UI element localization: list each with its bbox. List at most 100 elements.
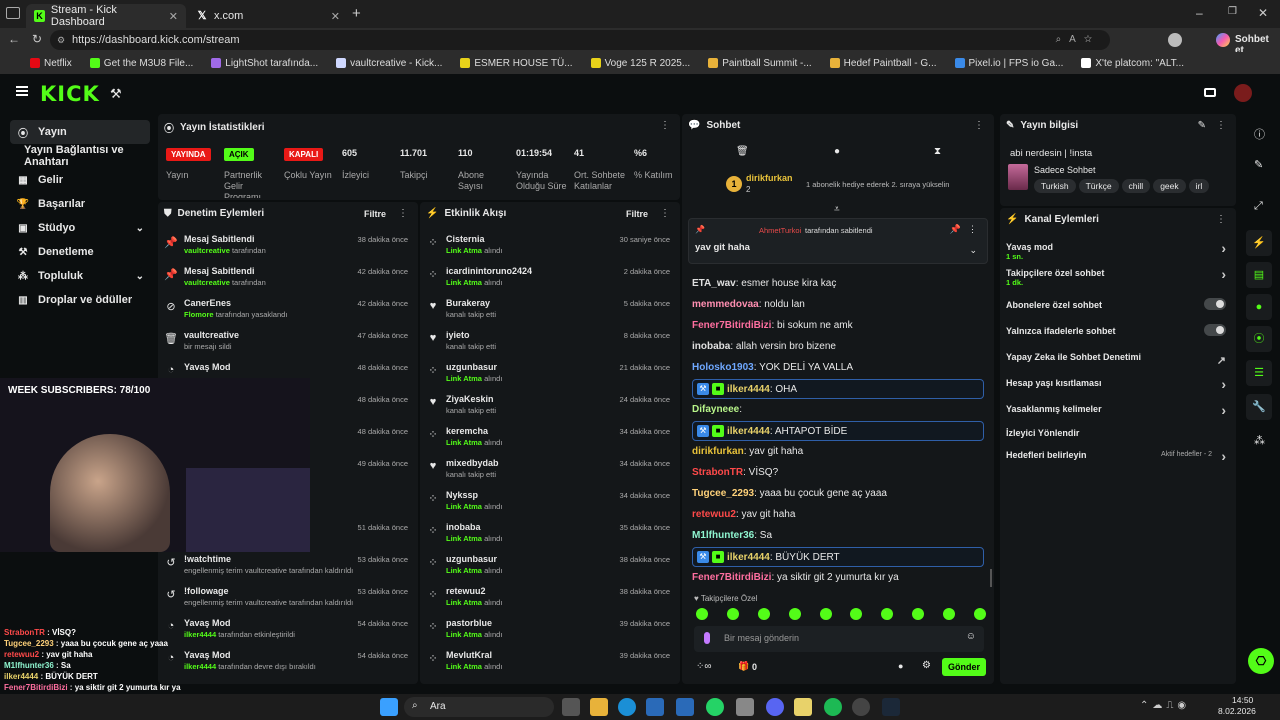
site-info-icon[interactable]: ⚙ <box>57 30 65 50</box>
user-avatar[interactable] <box>1234 84 1252 102</box>
sidebar-item[interactable]: ⦿ Yayın <box>10 120 150 144</box>
chevron-right-icon[interactable]: › <box>1221 266 1226 282</box>
quick-action-lightning-icon[interactable]: ⚡ <box>1246 230 1272 256</box>
chat-username[interactable]: Fener7BitirdiBizi <box>692 320 771 331</box>
bookmark-item[interactable]: Netflix <box>30 58 72 69</box>
activity-row[interactable]: ⁘ uzgunbasur Link Atma alındı 38 dakika önc… <box>426 552 674 582</box>
fullscreen-icon[interactable]: ⤢ <box>1254 200 1263 213</box>
chat-username[interactable]: Difayneee <box>692 404 739 415</box>
activity-row[interactable]: ⁘ icardinintoruno2424 Link Atma alındı 2 da… <box>426 264 674 294</box>
bookmark-item[interactable]: Pixel.io | FPS io Ga... <box>954 58 1063 69</box>
activity-row[interactable]: ♥ iyieto kanalı takip etti 8 dakika önce <box>426 328 674 358</box>
maximize-window-icon[interactable]: ❐ <box>1228 6 1237 17</box>
activity-row[interactable]: ⁘ uzgunbasur Link Atma alındı 21 dakika önc… <box>426 360 674 390</box>
obs-icon[interactable] <box>852 698 870 716</box>
toggle-switch[interactable] <box>1204 324 1226 336</box>
chat-message[interactable]: ⚒ ■ ilker4444: BÜYÜK DERT <box>692 547 984 567</box>
chat-message[interactable]: inobaba: allah versin bro bizene <box>692 337 984 357</box>
quick-action-wrench-icon[interactable]: 🔧 <box>1246 394 1272 420</box>
channel-action-item[interactable]: Yasaklanmış kelimeler › <box>1006 402 1226 426</box>
chat-username[interactable]: Tugcee_2293 <box>692 488 754 499</box>
more-options-icon[interactable]: ⋮ <box>1216 120 1226 131</box>
channel-action-item[interactable]: Hedefleri belirleyin › Aktif hedefler - 2 <box>1006 448 1226 472</box>
activity-row[interactable]: ⁘ MevlutKral Link Atma alındı 39 dakika önc… <box>426 648 674 678</box>
edge-icon[interactable] <box>618 698 636 716</box>
emote-icon[interactable] <box>912 608 925 620</box>
spotify-icon[interactable] <box>824 698 842 716</box>
moderation-row[interactable]: 📌 Mesaj Sabitlendi vaultcreative tarafında… <box>164 264 412 294</box>
app-icon[interactable] <box>794 698 812 716</box>
channel-action-item[interactable]: Yalnızca ifadelerle sohbet <box>1006 324 1226 348</box>
chat-message[interactable]: Fener7BitirdiBizi: bi sokum ne amk <box>692 316 984 336</box>
activity-row[interactable]: ♥ ZiyaKeskin kanalı takip etti 24 dakika ön… <box>426 392 674 422</box>
sidebar-item[interactable]: ▣ Stüdyo ⌄ <box>10 216 150 240</box>
chat-message[interactable]: Tugcee_2293: yaaa bu çocuk gene aç yaaa <box>692 484 984 504</box>
channel-action-item[interactable]: Yavaş mod 1 sn. › <box>1006 240 1226 264</box>
sidebar-item[interactable]: ⚒ Denetleme <box>10 240 150 264</box>
chevron-down-icon[interactable]: ⌄ <box>969 245 977 256</box>
chat-username[interactable]: ilker4444 <box>727 384 770 395</box>
copilot-icon[interactable] <box>1216 33 1230 47</box>
chat-message[interactable]: retewuu2: yav git haha <box>692 505 984 525</box>
chat-username[interactable]: M1lfhunter36 <box>692 530 754 541</box>
steam-icon[interactable] <box>882 698 900 716</box>
channel-action-item[interactable]: Abonelere özel sohbet <box>1006 298 1226 322</box>
clock-time[interactable]: 14:50 <box>1232 695 1253 705</box>
external-link-icon[interactable]: ↗ <box>1217 354 1226 367</box>
quick-action-chat-icon[interactable]: ● <box>1246 294 1272 320</box>
gift-user[interactable]: dirikfurkan <box>746 173 793 183</box>
chat-scrollbar[interactable] <box>990 569 992 587</box>
chatters-icon[interactable]: ⁘∞ <box>696 661 712 672</box>
bookmark-item[interactable]: Hedef Paintball - G... <box>829 58 937 69</box>
more-options-icon[interactable]: ⋮ <box>968 224 977 235</box>
chevron-down-icon[interactable]: ⌄ <box>136 271 144 282</box>
chevron-right-icon[interactable]: › <box>1221 448 1226 464</box>
emote-icon[interactable] <box>973 608 986 620</box>
activity-row[interactable]: ♥ mixedbydab kanalı takip etti 34 dakika ön… <box>426 456 674 486</box>
more-options-icon[interactable]: ⋮ <box>660 208 670 219</box>
activity-row[interactable]: ⁘ retewuu2 Link Atma alındı 38 dakika önce <box>426 584 674 614</box>
close-tab-icon[interactable]: ✕ <box>169 10 178 23</box>
emote-icon[interactable] <box>726 608 739 620</box>
chat-username[interactable]: ilker4444 <box>727 426 770 437</box>
system-tray-icons[interactable]: ⌃☁⎍◉ <box>1140 700 1190 711</box>
bookmark-item[interactable]: ESMER HOUSE TÜ... <box>460 58 573 69</box>
emote-icon[interactable] <box>881 608 894 620</box>
moderation-row[interactable]: 📌 Mesaj Sabitlendi vaultcreative tarafında… <box>164 232 412 262</box>
chat-username[interactable]: retewuu2 <box>692 509 736 520</box>
moderation-row[interactable]: ↺ !followage engellenmiş terim vaultcreati… <box>164 584 412 614</box>
activity-row[interactable]: ⁘ inobaba Link Atma alındı 35 dakika önce <box>426 520 674 550</box>
more-options-icon[interactable]: ⋮ <box>1216 214 1226 225</box>
stream-tag[interactable]: geek <box>1153 179 1186 193</box>
toggle-switch[interactable] <box>1204 298 1226 310</box>
chat-username[interactable]: Fener7BitirdiBizi <box>692 572 771 583</box>
chat-input-box[interactable]: Bir mesaj gönderin ☺ <box>694 626 984 652</box>
sidebar-item[interactable]: Yayın Bağlantısı ve Anahtarı <box>10 144 150 168</box>
chat-message[interactable]: dirikfurkan: yav git haha <box>692 442 984 462</box>
hammer-icon[interactable]: ⚒ <box>110 86 122 102</box>
chat-username[interactable]: memmedovaa <box>692 299 759 310</box>
chat-username[interactable]: ilker4444 <box>727 552 770 563</box>
moderation-row[interactable]: ⊘ CanerEnes Flomore tarafından yasaklandı 4… <box>164 296 412 326</box>
bookmark-item[interactable]: Get the M3U8 File... <box>89 58 193 69</box>
channel-action-item[interactable]: İzleyici Yönlendir <box>1006 428 1226 450</box>
tab-actions-icon[interactable] <box>6 7 20 19</box>
timer-icon[interactable]: ⧗ <box>934 146 941 157</box>
chevron-right-icon[interactable]: › <box>1221 376 1226 392</box>
back-arrow-icon[interactable]: ← <box>8 32 20 46</box>
trash-icon[interactable]: 🗑 <box>736 146 749 157</box>
start-menu-icon[interactable] <box>380 698 398 716</box>
chat-message[interactable]: ⚒ ■ ilker4444: AHTAPOT BİDE <box>692 421 984 441</box>
activity-filter-button[interactable]: Filtre <box>626 209 648 219</box>
bookmark-item[interactable]: Voge 125 R 2025... <box>590 58 690 69</box>
stream-tag[interactable]: Turkish <box>1034 179 1076 193</box>
address-bar[interactable]: ⚙ https://dashboard.kick.com/stream ⌕A☆ <box>50 30 1110 50</box>
quick-action-doc-icon[interactable]: ▤ <box>1246 262 1272 288</box>
channel-action-item[interactable]: Takipçilere özel sohbet 1 dk. › <box>1006 266 1226 290</box>
chat-message[interactable]: memmedovaa: noldu lan <box>692 295 984 315</box>
task-view-icon[interactable] <box>562 698 580 716</box>
sidebar-item[interactable]: ▦ Gelir <box>10 168 150 192</box>
tab-x[interactable]: 𝕏 x.com ✕ <box>188 4 348 28</box>
activity-row[interactable]: ⁘ keremcha Link Atma alındı 34 dakika önce <box>426 424 674 454</box>
activity-row[interactable]: ⁘ Cisternia Link Atma alındı 30 saniye önce <box>426 232 674 262</box>
